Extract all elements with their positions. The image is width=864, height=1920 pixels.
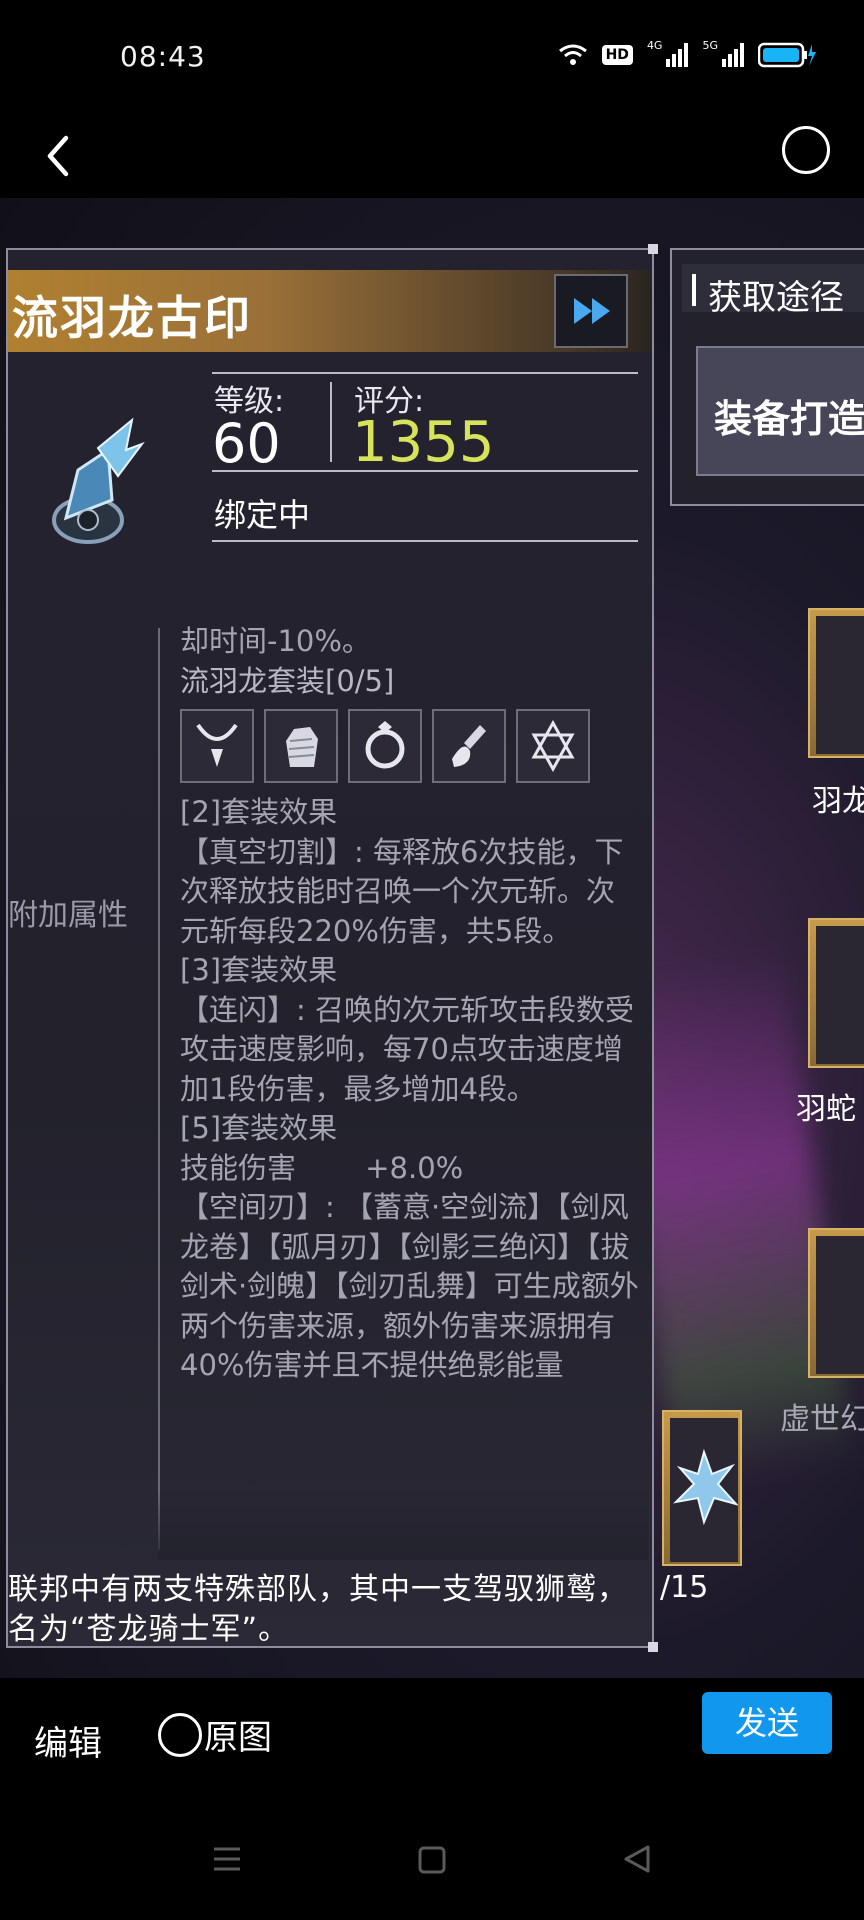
equipment-slot-3[interactable] [808, 1228, 864, 1378]
slot-label-3: 虚世幻 [780, 1402, 864, 1437]
network-5g-label: 5G [702, 38, 718, 52]
equipment-slot-bottom[interactable] [662, 1410, 742, 1566]
original-image-label: 原图 [204, 1718, 272, 1758]
panel-corner [648, 244, 658, 254]
status-time: 08:43 [120, 40, 206, 73]
set-effect-5-title: [5]套装效果 [180, 1111, 338, 1145]
set-effect-5-text: 【空间刃】: 【蓄意·空剑流】【剑风龙卷】【弧月刃】【剑影三绝闪】【拔剑术·剑魄… [180, 1190, 639, 1382]
network-4g-label: 4G [646, 38, 663, 52]
set-effect-2-text: 【真空切割】: 每释放6次技能，下次释放技能时召唤一个次元斩。次元斩每段220%… [180, 834, 624, 948]
score-value: 1355 [352, 410, 495, 475]
recent-apps-button[interactable] [212, 1844, 242, 1878]
slot-inner [816, 926, 864, 1064]
home-button[interactable] [418, 1846, 446, 1878]
wifi-icon [558, 44, 587, 65]
set-effect-5-stat: 技能伤害 +8.0% [180, 1149, 640, 1189]
slot-inner [816, 616, 864, 754]
back-button[interactable] [36, 128, 84, 184]
divider [212, 470, 638, 472]
hd-icon: HD [601, 45, 633, 65]
system-nav-bar [0, 1820, 864, 1920]
item-detail-panel: 流羽龙古印 等级: 60 评分: 1355 绑定中 附加属性 却时间-10%。 … [6, 244, 658, 1652]
battery-icon [758, 42, 816, 68]
menu-icon [214, 1847, 240, 1871]
divider [212, 372, 638, 374]
set-piece-pendant[interactable] [432, 709, 506, 783]
item-title-bar: 流羽龙古印 [8, 270, 652, 352]
triangle-back-icon [624, 1845, 650, 1873]
cooldown-line: 却时间-10%。 [180, 624, 371, 658]
bottom-action-bar: 编辑 原图 发送 [0, 1680, 864, 1800]
equipment-slot-2[interactable] [808, 918, 864, 1068]
level-value: 60 [212, 412, 281, 475]
set-piece-glove[interactable] [264, 709, 338, 783]
status-bar: 08:43 HD 4G 5G [0, 0, 864, 110]
set-piece-necklace[interactable] [180, 709, 254, 783]
craft-label: 装备打造 [714, 397, 864, 441]
set-name: 流羽龙套装[0/5] [180, 663, 395, 698]
signal-icon [666, 43, 689, 67]
slot-inner [670, 1418, 740, 1562]
next-item-button[interactable] [554, 274, 628, 348]
nav-back-button[interactable] [622, 1844, 652, 1878]
screenshot-image: 获取途径 装备打造 羽龙 羽蛇 虚世幻 /15 流羽龙古印 等级: 60 评分:… [0, 198, 864, 1678]
set-effect-3-title: [3]套装效果 [180, 953, 338, 987]
stat-name: 技能伤害 [180, 1150, 297, 1185]
select-circle-button[interactable] [782, 126, 830, 174]
ring-icon [365, 721, 405, 769]
slot-inner [816, 1236, 864, 1374]
set-effect-2-title: [2]套装效果 [180, 795, 338, 829]
necklace-icon [196, 723, 238, 767]
set-effect-3-text: 【连闪】: 召唤的次元斩攻击段数受攻击速度影响，每70点攻击速度增加1段伤害，最… [180, 992, 634, 1106]
stat-value: +8.0% [365, 1150, 464, 1185]
hexagram-icon [531, 719, 575, 773]
flavor-text: 联邦中有两支特殊部队，其中一支驾驭狮鹫，名为“苍龙骑士军”。 [8, 1572, 628, 1647]
set-piece-ring[interactable] [348, 709, 422, 783]
panel-corner [648, 1642, 658, 1652]
status-icons: HD 4G 5G [558, 38, 816, 68]
divider [330, 382, 332, 462]
content-divider [158, 628, 160, 1550]
description-fade [158, 1490, 648, 1560]
double-arrow-right-icon [574, 298, 610, 324]
item-image-seal [38, 410, 158, 560]
dragon-seal-icon [52, 417, 145, 544]
slot-label-2: 羽蛇 [796, 1092, 856, 1127]
glove-icon [286, 727, 318, 767]
additional-attributes-label: 附加属性 [8, 898, 128, 933]
set-piece-hexagram[interactable] [516, 709, 590, 783]
signal-icon-2 [722, 43, 744, 67]
divider [212, 540, 638, 542]
set-icon-row [180, 709, 640, 783]
item-name: 流羽龙古印 [12, 291, 252, 345]
craft-button[interactable]: 装备打造 [696, 346, 864, 476]
star-crystal-icon [673, 1448, 740, 1526]
radio-circle-icon[interactable] [158, 1712, 202, 1757]
send-button[interactable]: 发送 [702, 1692, 832, 1754]
source-header-bar [692, 274, 696, 306]
source-header: 获取途径 [682, 264, 864, 318]
slot-label-1: 羽龙 [812, 784, 864, 819]
pendant-icon [452, 725, 486, 767]
top-nav [0, 110, 864, 200]
original-image-toggle[interactable]: 原图 [158, 1710, 272, 1759]
equipment-slot-1[interactable] [808, 608, 864, 758]
bind-status: 绑定中 [214, 496, 311, 534]
square-icon [418, 1846, 446, 1874]
edit-button[interactable]: 编辑 [34, 1716, 102, 1765]
source-panel: 获取途径 装备打造 [670, 248, 864, 506]
slot-count: /15 [660, 1570, 709, 1605]
chevron-left-icon [47, 135, 69, 177]
item-description[interactable]: 却时间-10%。 流羽龙套装[0/5] [2]套装效果 【真空切割】: 每释放6… [180, 622, 640, 1386]
source-title: 获取途径 [708, 278, 844, 318]
